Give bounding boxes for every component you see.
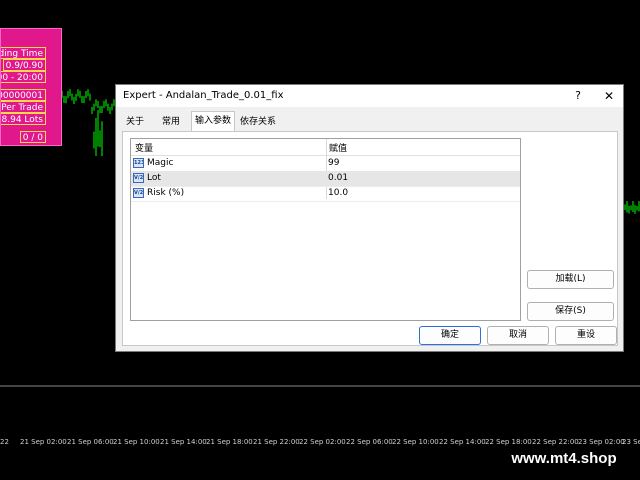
time-tick: 23 Sep (622, 438, 640, 446)
tab-common[interactable]: 常用 (159, 113, 183, 131)
info-orders: 0 / 0 (19, 131, 46, 143)
info-hours: 00 - 20:00 (1, 71, 46, 83)
time-tick: 23 Sep 02:00 (578, 438, 625, 446)
param-name: Lot (147, 173, 161, 183)
integer-type-icon: 123 (133, 158, 144, 168)
time-tick: 22 Sep 10:00 (392, 438, 439, 446)
info-trading-time: ading Time (1, 47, 46, 59)
time-tick: 21 Sep 02:00 (20, 438, 67, 446)
time-tick: 21 Sep 10:00 (113, 438, 160, 446)
column-variable[interactable]: 变量 (135, 141, 153, 154)
table-row[interactable]: V/2 Lot 0.01 (131, 171, 520, 187)
table-row[interactable]: V/2 Risk (%) 10.0 (131, 186, 520, 202)
time-tick: 22 Sep 06:00 (346, 438, 393, 446)
param-value[interactable]: 99 (328, 158, 339, 168)
time-tick: 22 Sep 14:00 (439, 438, 486, 446)
time-tick: 22 Sep 22:00 (532, 438, 579, 446)
time-tick: 21 Sep 22:00 (253, 438, 300, 446)
time-tick: 22 Sep 18:00 (485, 438, 532, 446)
time-tick: 22 (0, 438, 9, 446)
cancel-button[interactable]: 取消 (487, 326, 549, 345)
param-name: Magic (147, 158, 174, 168)
time-tick: 21 Sep 06:00 (67, 438, 114, 446)
parameters-table: 变量 赋值 123 Magic 99 V/2 Lot 0.01 V/2 Risk… (130, 138, 521, 321)
save-button[interactable]: 保存(S) (527, 302, 614, 321)
reset-button[interactable]: 重设 (555, 326, 617, 345)
param-name: Risk (%) (147, 188, 185, 198)
time-tick: 22 Sep 02:00 (299, 438, 346, 446)
ea-info-panel: ading Time 0.9/0.90 00 - 20:00 000000001… (0, 28, 62, 146)
info-lots: 8.94 Lots (1, 113, 46, 125)
close-button[interactable]: ✕ (599, 87, 619, 105)
inputs-panel: 变量 赋值 123 Magic 99 V/2 Lot 0.01 V/2 Risk… (122, 131, 618, 346)
site-watermark: www.mt4.shop (497, 447, 631, 471)
time-tick: 21 Sep 14:00 (160, 438, 207, 446)
info-spread: 0.9/0.90 (2, 59, 46, 71)
param-value[interactable]: 10.0 (328, 188, 348, 198)
help-button[interactable]: ? (569, 87, 587, 105)
tab-about[interactable]: 关于 (123, 113, 147, 131)
double-type-icon: V/2 (133, 173, 144, 183)
dialog-titlebar[interactable]: Expert - Andalan_Trade_0.01_fix ? ✕ (116, 85, 623, 107)
expert-properties-dialog: Expert - Andalan_Trade_0.01_fix ? ✕ 关于 常… (115, 84, 624, 352)
time-tick: 21 Sep 18:00 (206, 438, 253, 446)
info-magic: 000000001 (1, 89, 46, 101)
table-row[interactable]: 123 Magic 99 (131, 156, 520, 172)
dialog-title: Expert - Andalan_Trade_0.01_fix (123, 90, 284, 101)
ok-button[interactable]: 确定 (419, 326, 481, 345)
tab-inputs[interactable]: 输入参数 (191, 111, 236, 132)
info-per-trade: Per Trade (1, 101, 46, 113)
column-value[interactable]: 赋值 (329, 141, 347, 154)
load-button[interactable]: 加载(L) (527, 270, 614, 289)
double-type-icon: V/2 (133, 188, 144, 198)
param-value[interactable]: 0.01 (328, 173, 348, 183)
tab-dependencies[interactable]: 依存关系 (237, 113, 279, 131)
